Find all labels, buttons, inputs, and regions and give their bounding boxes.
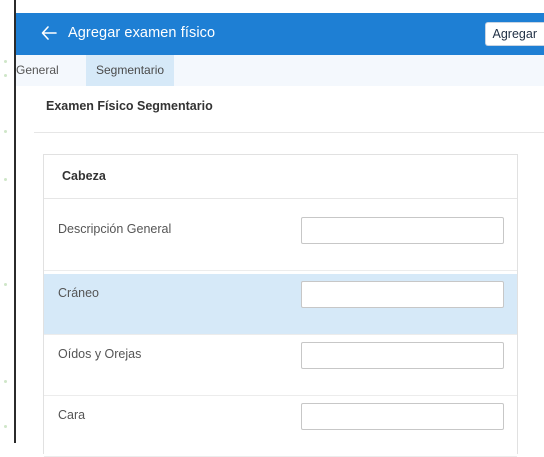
card-cabeza: Cabeza Descripción General Cráneo Oídos …: [43, 154, 518, 457]
field-label: Cara: [58, 408, 86, 422]
field-row-descripcion-general: Descripción General: [44, 210, 517, 271]
edge-dot: [4, 74, 7, 77]
cara-input[interactable]: [301, 403, 504, 430]
add-button[interactable]: Agregar: [484, 22, 544, 46]
tab-segmentario[interactable]: Segmentario: [86, 55, 175, 86]
edge-dot: [4, 130, 7, 133]
card-title: Cabeza: [62, 169, 106, 183]
field-row-cara: Cara: [44, 396, 517, 457]
field-label: Descripción General: [58, 222, 172, 236]
craneo-input[interactable]: [301, 281, 504, 308]
field-row-oidos-orejas: Oídos y Orejas: [44, 335, 517, 396]
modal-header: Agregar examen físico Agregar: [16, 13, 544, 55]
modal-window: Agregar examen físico Agregar General Se…: [14, 0, 544, 457]
edge-dot: [4, 283, 7, 286]
descripcion-general-input[interactable]: [301, 217, 504, 244]
modal-title: Agregar examen físico: [68, 25, 216, 41]
edge-dot: [4, 178, 7, 181]
edge-dot: [4, 425, 7, 428]
field-label: Cráneo: [58, 286, 99, 300]
tab-bar: General Segmentario: [16, 55, 544, 87]
oidos-orejas-input[interactable]: [301, 342, 504, 369]
arrow-left-icon[interactable]: [40, 24, 58, 42]
section-title: Examen Físico Segmentario: [46, 99, 213, 113]
tab-general[interactable]: General: [16, 55, 65, 86]
edge-dot: [4, 60, 7, 63]
card-header: Cabeza: [44, 155, 517, 199]
content-area: Examen Físico Segmentario Cabeza Descrip…: [16, 86, 544, 457]
divider: [34, 132, 544, 133]
edge-dot: [4, 380, 7, 383]
field-row-craneo: Cráneo: [44, 274, 517, 335]
field-label: Oídos y Orejas: [58, 347, 142, 361]
